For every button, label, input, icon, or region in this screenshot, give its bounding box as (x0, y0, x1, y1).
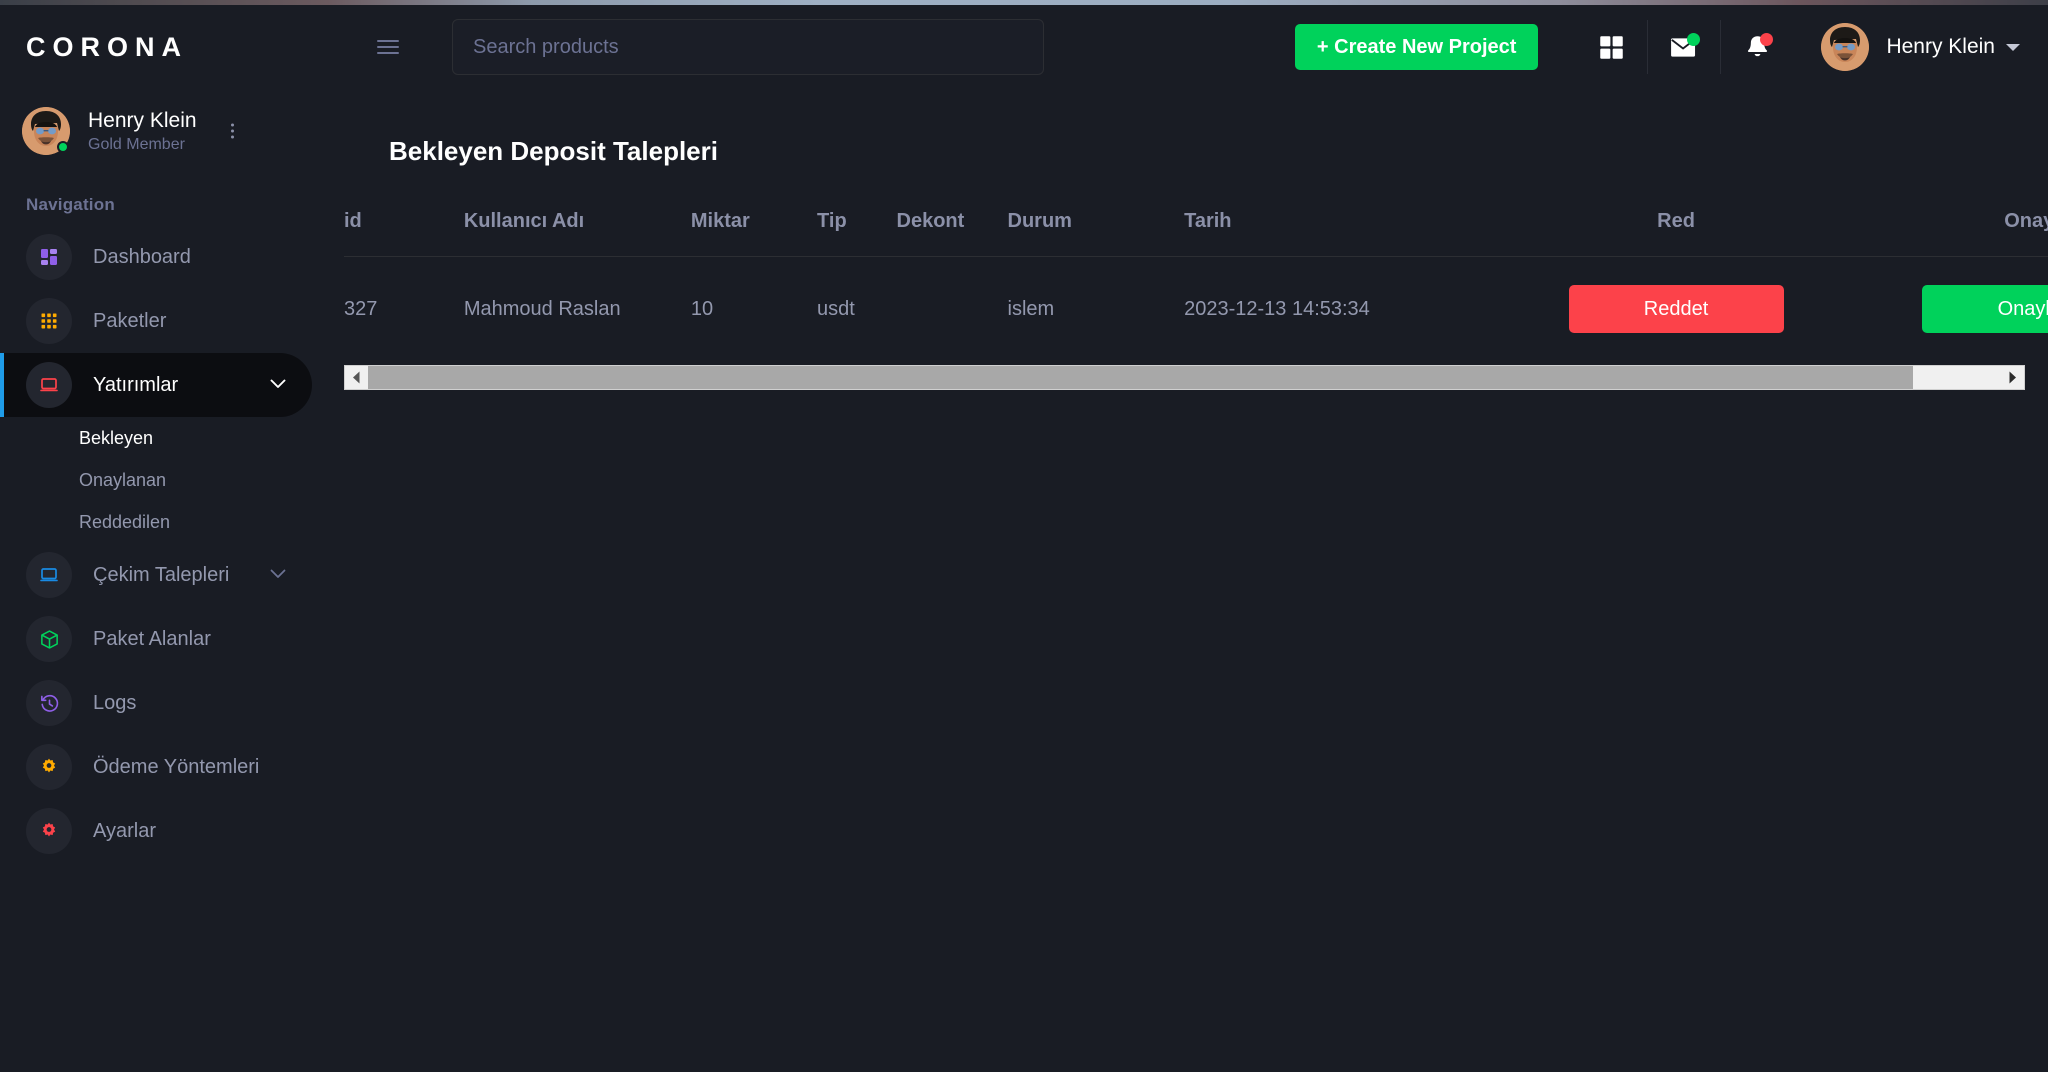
page-title: Bekleyen Deposit Talepleri (389, 136, 718, 166)
column-header-type[interactable]: Tip (817, 210, 897, 257)
laptop-icon (26, 552, 72, 598)
avatar-image (1821, 23, 1870, 71)
cell-amount: 10 (690, 297, 714, 320)
sidebar-item-label: Dashboard (93, 245, 191, 268)
sidebar-subitem-bekleyen[interactable]: Bekleyen (0, 417, 312, 459)
sidebar: CORONA Henry Klein Gold Member Navigatio… (0, 5, 312, 1072)
bell-icon[interactable] (1721, 5, 1793, 89)
column-header-amount[interactable]: Miktar (690, 210, 818, 257)
sidebar-item-cekim-talepleri[interactable]: Çekim Talepleri (0, 543, 312, 607)
column-header-receipt[interactable]: Dekont (896, 210, 1008, 257)
scrollbar-track[interactable] (368, 366, 2001, 389)
column-header-reject[interactable]: Red (1499, 210, 1853, 257)
sidebar-item-label: Ödeme Yöntemleri (93, 755, 260, 778)
scrollbar-thumb[interactable] (368, 366, 1913, 389)
column-header-status[interactable]: Durum (1007, 210, 1185, 257)
create-new-project-button[interactable]: + Create New Project (1294, 24, 1539, 70)
brand-name: CORONA (26, 31, 188, 62)
box-icon (26, 616, 72, 662)
chevron-down-icon (270, 566, 286, 584)
sidebar-item-label: Paket Alanlar (93, 627, 211, 650)
hamburger-menu-icon[interactable] (377, 40, 399, 54)
sidebar-item-label: Çekim Talepleri (93, 563, 230, 586)
gear-icon (26, 808, 72, 854)
cell-reject: Reddet (1499, 257, 1852, 362)
sidebar-item-paketler[interactable]: Paketler (0, 289, 312, 353)
horizontal-scrollbar[interactable] (344, 365, 2025, 390)
sidebar-item-label: Yatırımlar (93, 373, 179, 396)
laptop-icon (26, 362, 72, 408)
sidebar-item-label: Paketler (93, 309, 167, 332)
notification-badge (1760, 33, 1774, 46)
scroll-right-arrow-icon[interactable] (2001, 366, 2024, 389)
mail-icon[interactable] (1648, 5, 1720, 89)
sidebar-item-yatirimlar[interactable]: Yatırımlar (0, 353, 312, 417)
column-header-id[interactable]: id (344, 210, 464, 257)
cell-receipt (897, 257, 1008, 362)
column-header-username[interactable]: Kullanıcı Adı (463, 210, 691, 257)
screen-top-glare-strip (0, 0, 2048, 5)
column-header-approve[interactable]: Onay (1852, 210, 2048, 257)
deposit-requests-table: id Kullanıcı Adı Miktar Tip Dekont Durum… (344, 210, 2048, 361)
online-status-dot (57, 141, 69, 153)
reject-button[interactable]: Reddet (1568, 285, 1784, 333)
brand-logo[interactable]: CORONA (0, 5, 312, 89)
profile-more-options-icon[interactable] (231, 123, 234, 139)
deposit-requests-table-region: id Kullanıcı Adı Miktar Tip Dekont Durum… (334, 210, 2048, 361)
sidebar-profile-name: Henry Klein (88, 108, 197, 132)
gear-icon (26, 744, 72, 790)
chevron-down-icon (2006, 43, 2020, 51)
search-input[interactable] (473, 35, 1023, 59)
cell-date: 2023-12-13 14:53:34 (1184, 297, 1370, 320)
sidebar-profile-role: Gold Member (88, 136, 185, 154)
sidebar-subitem-label: Bekleyen (79, 427, 154, 448)
table-header-row: id Kullanıcı Adı Miktar Tip Dekont Durum… (344, 210, 2048, 257)
sidebar-item-label: Logs (93, 691, 137, 714)
avatar (1821, 23, 1870, 71)
cell-username: Mahmoud Raslan (463, 297, 621, 320)
apps-grid-icon[interactable] (1575, 5, 1647, 89)
packages-grid-icon (26, 298, 72, 344)
cell-approve: Onayla (1853, 257, 2048, 362)
sidebar-subitem-reddedilen[interactable]: Reddedilen (0, 501, 312, 543)
sidebar-item-ayarlar[interactable]: Ayarlar (0, 799, 312, 863)
sidebar-item-dashboard[interactable]: Dashboard (0, 225, 312, 289)
user-menu[interactable]: Henry Klein (1821, 23, 2020, 71)
table-body: 327 Mahmoud Raslan 10 usdt islem 2023-12… (344, 257, 2048, 362)
sidebar-item-paket-alanlar[interactable]: Paket Alanlar (0, 607, 312, 671)
sidebar-item-logs[interactable]: Logs (0, 671, 312, 735)
user-name-label: Henry Klein (1886, 35, 1995, 58)
sidebar-subitem-label: Reddedilen (79, 511, 171, 532)
scroll-left-arrow-icon[interactable] (345, 366, 368, 389)
cell-id: 327 (344, 297, 378, 320)
cell-status: islem (1007, 297, 1055, 320)
sidebar-item-odeme-yontemleri[interactable]: Ödeme Yöntemleri (0, 735, 312, 799)
table-row: 327 Mahmoud Raslan 10 usdt islem 2023-12… (344, 257, 2048, 362)
column-header-date[interactable]: Tarih (1184, 210, 1500, 257)
cell-type: usdt (817, 297, 855, 320)
approve-button[interactable]: Onayla (1921, 285, 2048, 333)
app-root: CORONA Henry Klein Gold Member Navigatio… (0, 5, 2048, 1072)
sidebar-item-label: Ayarlar (93, 819, 156, 842)
top-header: + Create New Project (312, 5, 2048, 89)
dashboard-grid-icon (26, 234, 72, 280)
history-clock-icon (26, 680, 72, 726)
sidebar-nav-heading: Navigation (26, 195, 115, 214)
sidebar-profile-text: Henry Klein Gold Member (88, 108, 197, 154)
sidebar-subitem-label: Onaylanan (79, 469, 167, 490)
chevron-down-icon (270, 376, 286, 394)
table-head: id Kullanıcı Adı Miktar Tip Dekont Durum… (344, 210, 2048, 257)
header-icon-group (1575, 5, 1793, 89)
avatar (22, 107, 70, 155)
main-content: Bekleyen Deposit Talepleri id Kullanıcı … (312, 89, 2048, 1072)
sidebar-subitem-onaylanan[interactable]: Onaylanan (0, 459, 312, 501)
search-bar[interactable] (452, 19, 1044, 75)
sidebar-profile[interactable]: Henry Klein Gold Member (0, 89, 312, 173)
